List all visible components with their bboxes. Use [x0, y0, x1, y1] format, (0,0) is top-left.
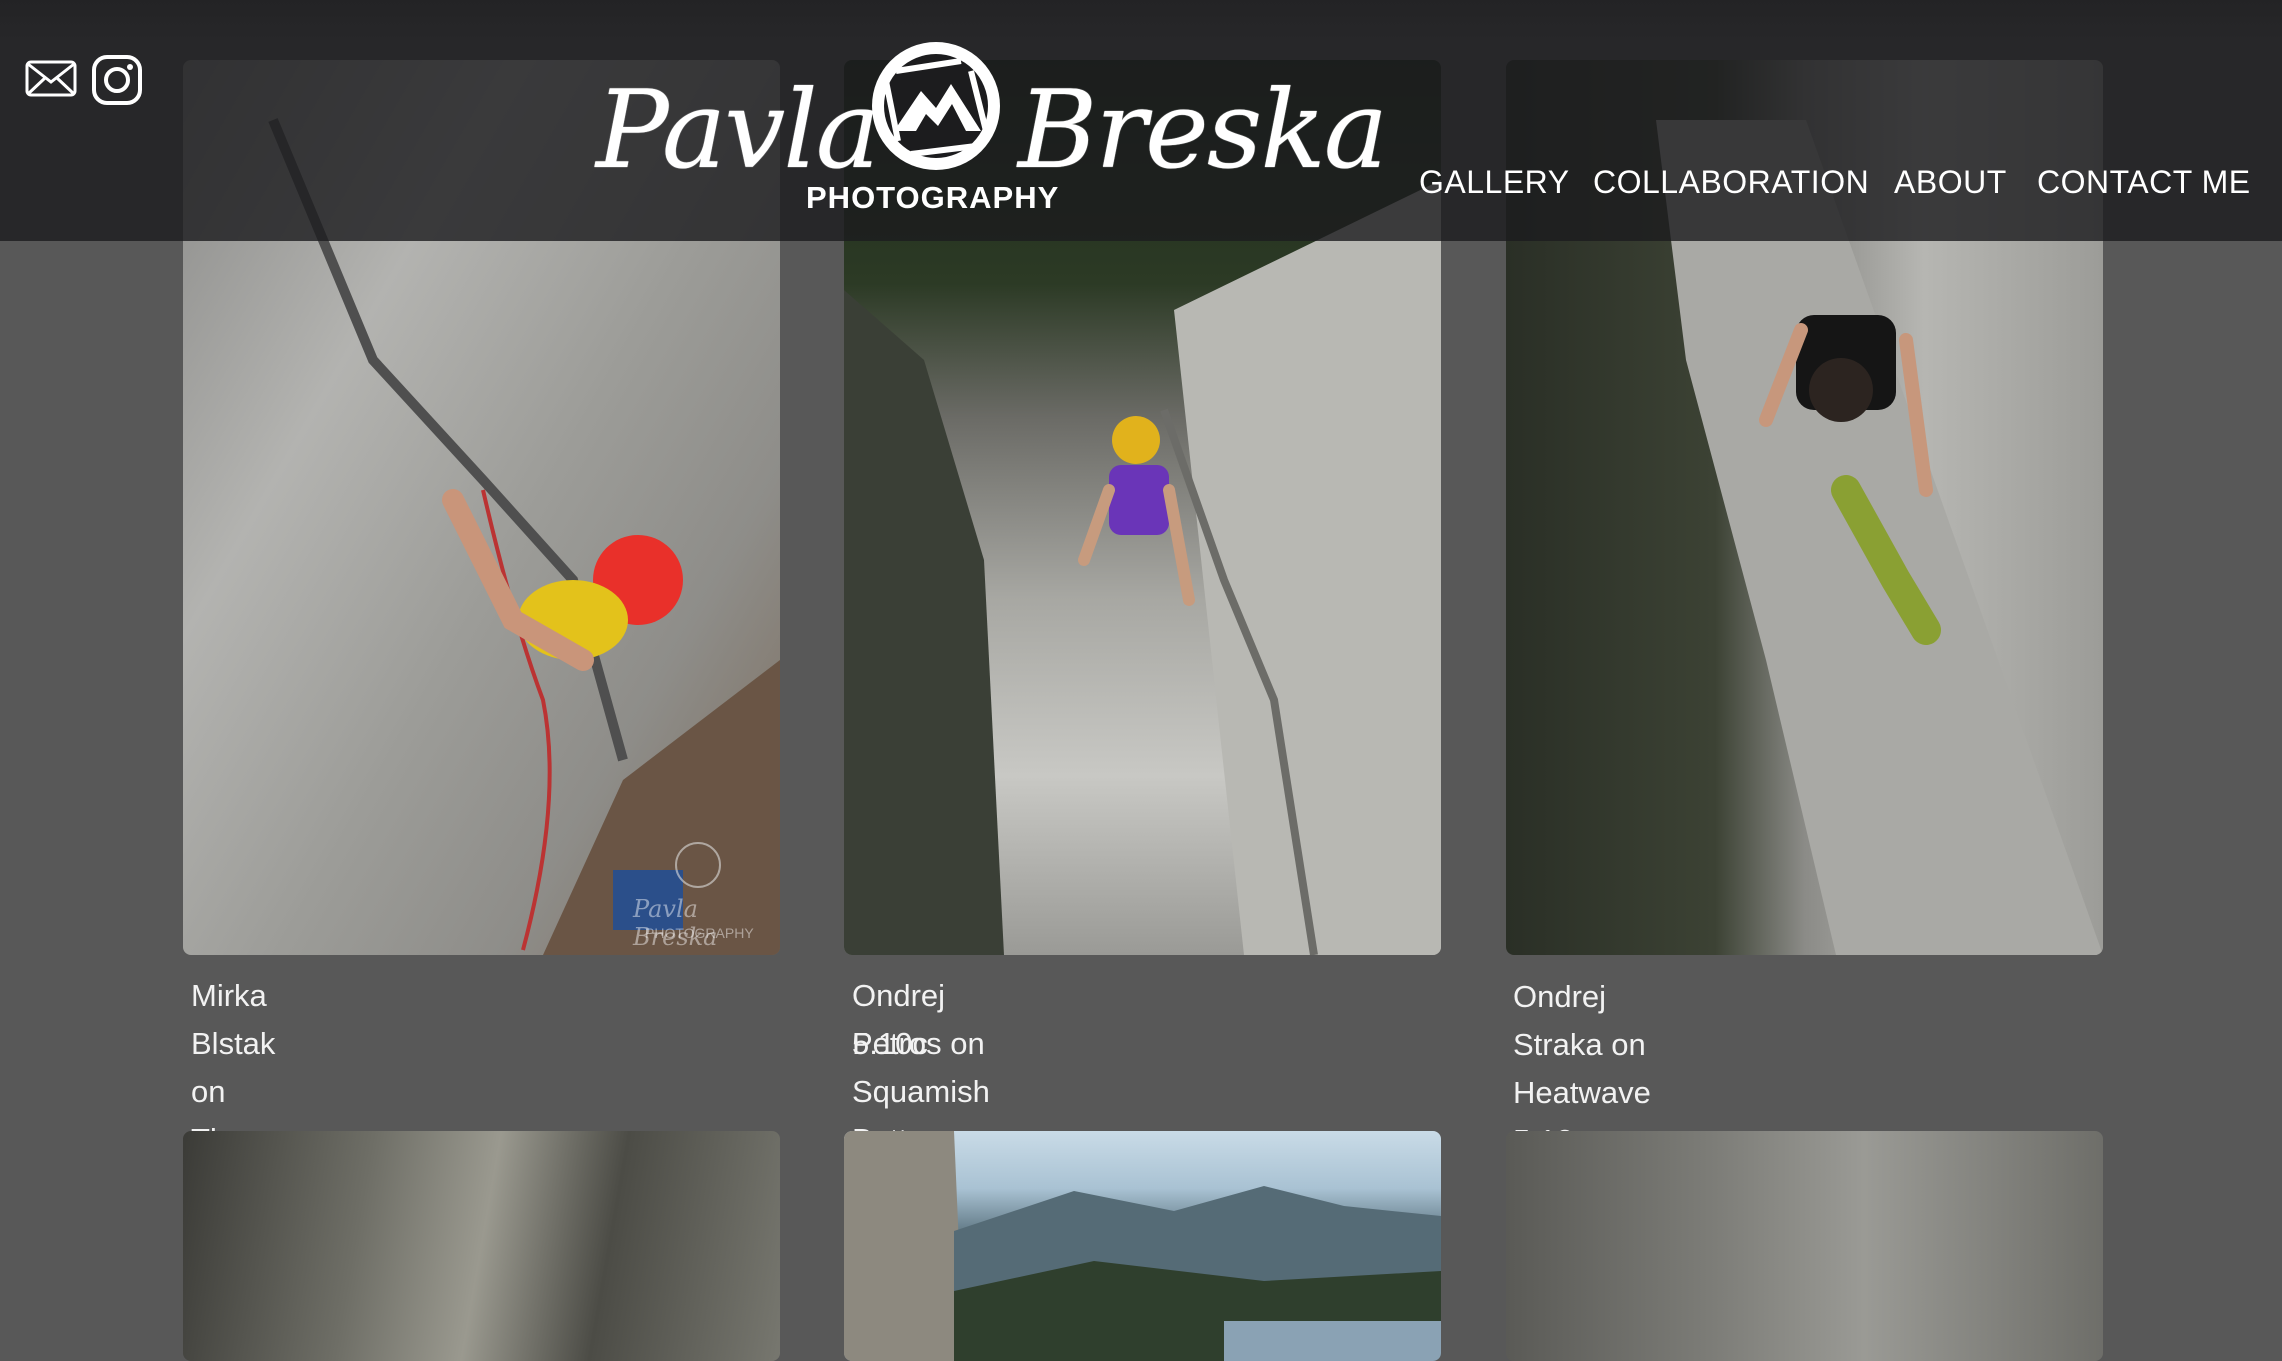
instagram-link[interactable]: [91, 54, 143, 111]
mountain-landscape: [844, 1131, 1441, 1361]
photo-row2-3[interactable]: [1506, 1131, 2103, 1361]
brand-last-name: Breska: [1018, 68, 1388, 193]
photo-row2-2[interactable]: [844, 1131, 1441, 1361]
instagram-icon: [92, 55, 142, 105]
photo-row2-1[interactable]: [183, 1131, 780, 1361]
watermark-sub: PHOTOGRAPHY: [645, 925, 754, 941]
brand-first-name: Pavla: [596, 68, 880, 193]
brand-tagline: PHOTOGRAPHY: [806, 180, 1060, 215]
mail-icon: [25, 60, 77, 97]
aperture-mountain-icon: [872, 42, 1000, 170]
nav-about[interactable]: ABOUT: [1894, 164, 2007, 201]
nav-contact[interactable]: CONTACT ME: [2037, 164, 2251, 201]
nav-gallery[interactable]: GALLERY: [1419, 164, 1570, 201]
watermark: Pavla Breska: [633, 895, 718, 951]
email-link[interactable]: [25, 52, 77, 109]
nav-collaboration[interactable]: COLLABORATION: [1593, 164, 1869, 201]
photo-caption-line2: 5.10c: [852, 1026, 928, 1061]
